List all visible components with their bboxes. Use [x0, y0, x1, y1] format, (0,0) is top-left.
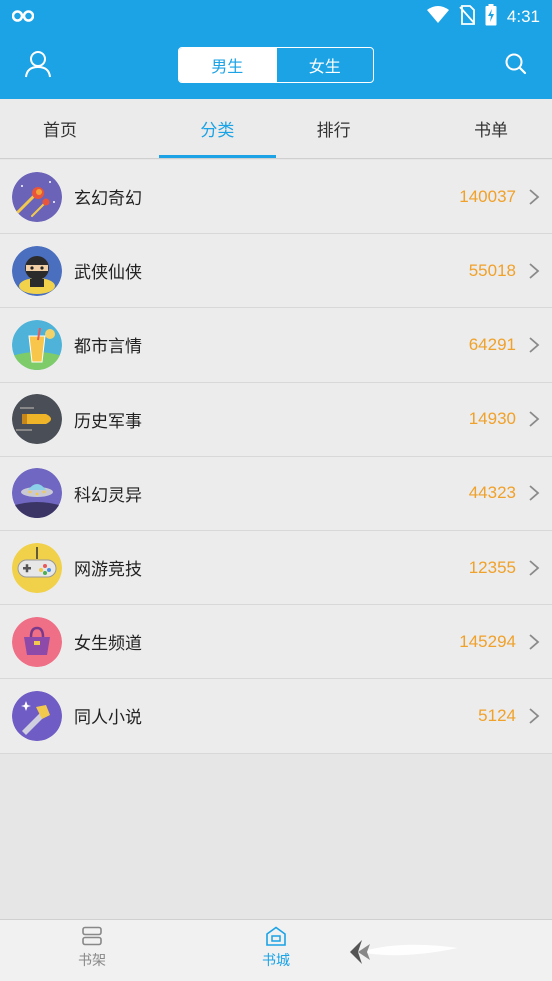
chevron-right-icon: [529, 634, 540, 650]
chevron-right-icon: [529, 411, 540, 427]
handbag-icon: [12, 616, 62, 667]
list-item[interactable]: 都市言情 64291: [0, 308, 552, 383]
list-item[interactable]: 女生频道 145294: [0, 605, 552, 680]
category-label: 玄幻奇幻: [74, 189, 142, 210]
chevron-right-icon: [529, 337, 540, 353]
user-icon: [25, 51, 51, 78]
category-label: 女生频道: [74, 634, 142, 655]
category-label: 武侠仙侠: [74, 263, 142, 284]
list-item[interactable]: 科幻灵异 44323: [0, 456, 552, 531]
bottom-nav: 书架 书城: [0, 919, 552, 981]
list-item[interactable]: 玄幻奇幻 140037: [0, 160, 552, 235]
gender-toggle: 男生 女生: [178, 47, 374, 83]
nav-label: 书城: [262, 953, 290, 969]
no-sim-icon: [459, 5, 476, 29]
app-header: 4:31 男生 女生: [0, 0, 552, 99]
list-item[interactable]: 武侠仙侠 55018: [0, 234, 552, 309]
user-profile-button[interactable]: [24, 50, 52, 78]
gamepad-icon: [12, 542, 62, 593]
category-label: 同人小说: [74, 708, 142, 729]
tab-category[interactable]: 分类: [159, 99, 276, 158]
search-icon: [505, 53, 527, 75]
book-count: 14930: [468, 409, 516, 429]
chevron-right-icon: [529, 188, 540, 205]
female-tab[interactable]: 女生: [275, 48, 374, 82]
battery-icon: [485, 4, 497, 30]
search-button[interactable]: [504, 52, 528, 76]
tab-booklist[interactable]: 书单: [392, 99, 552, 158]
chevron-right-icon: [529, 708, 540, 724]
book-count: 140037: [459, 186, 516, 206]
wifi-icon: [426, 6, 449, 28]
list-item[interactable]: 同人小说 5124: [0, 679, 552, 754]
chevron-right-icon: [529, 559, 540, 576]
category-label: 科幻灵异: [74, 485, 142, 506]
bullet-icon: [12, 394, 62, 445]
nav-bookshelf[interactable]: 书架: [47, 926, 137, 970]
book-count: 12355: [468, 557, 516, 577]
nav-label: 书架: [78, 953, 106, 969]
bookshelf-icon: [82, 926, 102, 946]
category-tabs: 首页 分类 排行 书单: [0, 99, 552, 159]
male-tab[interactable]: 男生: [179, 48, 276, 82]
notification-icon: [11, 8, 35, 27]
list-item[interactable]: 网游竞技 12355: [0, 530, 552, 606]
category-label: 都市言情: [74, 337, 142, 358]
drink-icon: [12, 319, 62, 370]
book-count: 145294: [459, 631, 516, 651]
book-count: 55018: [468, 260, 516, 280]
ufo-icon: [12, 468, 62, 519]
magic-wand-icon: [12, 690, 62, 741]
category-label: 网游竞技: [74, 560, 142, 581]
meteor-icon: [12, 171, 62, 222]
category-list: 玄幻奇幻 140037 武侠仙侠 55018 都市言情 64291 历史军事 1…: [0, 160, 552, 754]
book-count: 44323: [468, 483, 516, 503]
tab-ranking[interactable]: 排行: [276, 99, 392, 158]
chevron-right-icon: [529, 485, 540, 502]
bookstore-icon: [266, 926, 286, 946]
clock: 4:31: [506, 7, 540, 26]
chevron-right-icon: [529, 263, 540, 279]
status-bar: 4:31: [0, 0, 552, 33]
book-count: 5124: [478, 705, 516, 725]
nav-bookstore[interactable]: 书城: [231, 926, 321, 970]
tab-home[interactable]: 首页: [0, 99, 159, 158]
watermark-logo: [340, 926, 460, 976]
ninja-icon: [12, 245, 62, 296]
book-count: 64291: [468, 334, 516, 354]
category-label: 历史军事: [74, 411, 142, 432]
list-item[interactable]: 历史军事 14930: [0, 382, 552, 457]
